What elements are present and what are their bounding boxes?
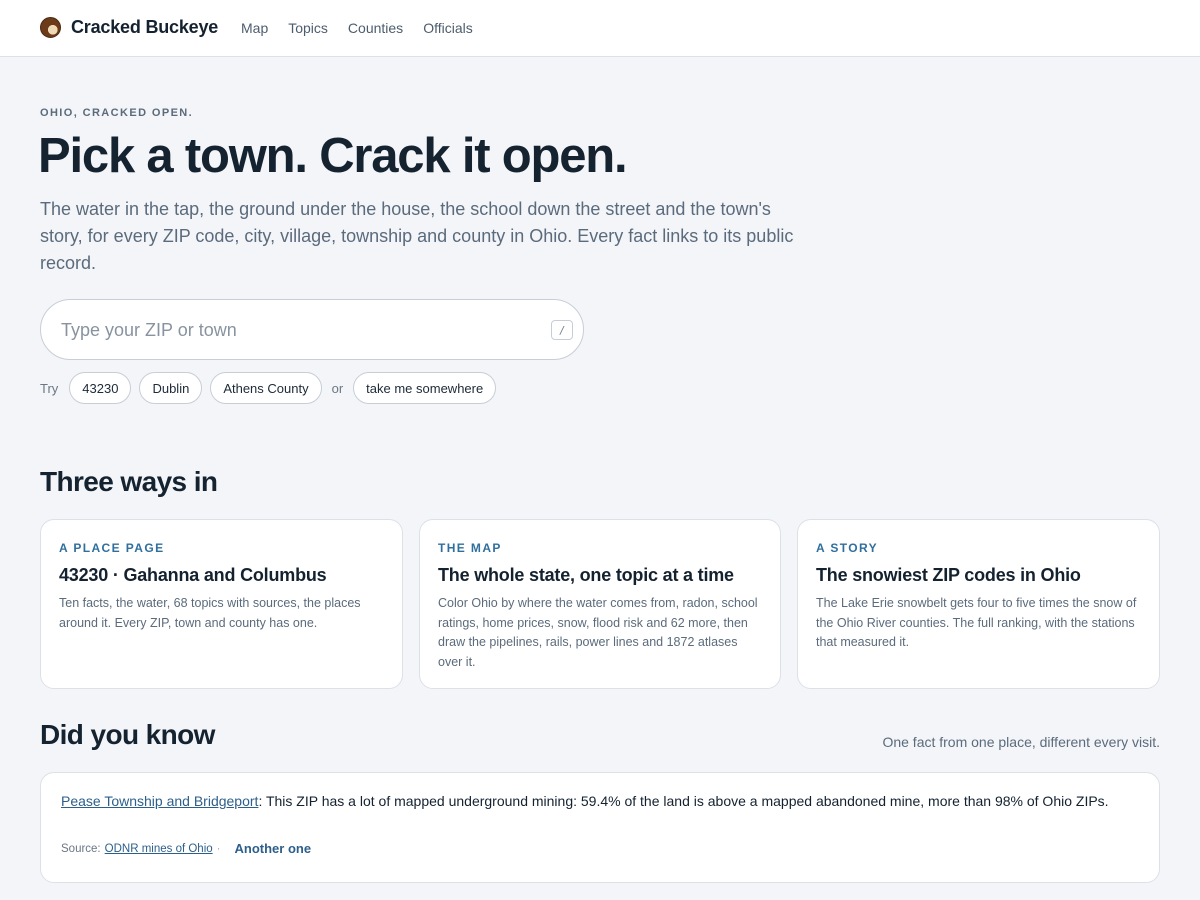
map-card[interactable]: THE MAP The whole state, one topic at a … xyxy=(419,519,781,689)
card-kicker: A PLACE PAGE xyxy=(59,541,165,555)
buckeye-logo-icon xyxy=(40,17,61,38)
did-you-know-subtitle: One fact from one place, different every… xyxy=(882,734,1160,750)
random-place-chip[interactable]: take me somewhere xyxy=(353,372,497,404)
fact-card: Pease Township and Bridgeport: This ZIP … xyxy=(40,772,1160,883)
source-link[interactable]: ODNR mines of Ohio xyxy=(105,843,213,855)
card-kicker: THE MAP xyxy=(438,541,502,555)
main-nav: Map Topics Counties Officials xyxy=(241,20,493,36)
try-label: Try xyxy=(40,380,59,396)
nav-topics[interactable]: Topics xyxy=(288,20,328,36)
hero-eyebrow: OHIO, CRACKED OPEN. xyxy=(40,107,194,119)
brand-name: Cracked Buckeye xyxy=(71,17,219,37)
fact-source: Source: ODNR mines of Ohio · Another one xyxy=(61,841,311,856)
fact-text: Pease Township and Bridgeport: This ZIP … xyxy=(61,793,1109,809)
suggestion-chip-43230[interactable]: 43230 xyxy=(69,372,132,404)
card-title: The snowiest ZIP codes in Ohio xyxy=(816,565,1081,585)
card-title: 43230 · Gahanna and Columbus xyxy=(59,565,327,585)
did-you-know-heading: Did you know xyxy=(40,719,215,750)
fact-place-link[interactable]: Pease Township and Bridgeport xyxy=(61,793,258,809)
keyboard-shortcut-hint: / xyxy=(551,320,573,340)
card-body: Ten facts, the water, 68 topics with sou… xyxy=(59,596,361,630)
card-title: The whole state, one topic at a time xyxy=(438,565,734,585)
card-kicker: A STORY xyxy=(816,541,879,555)
hero-title: Pick a town. Crack it open. xyxy=(38,129,628,183)
place-page-card[interactable]: A PLACE PAGE 43230 · Gahanna and Columbu… xyxy=(40,519,403,689)
nav-counties[interactable]: Counties xyxy=(348,20,403,36)
search-box: / xyxy=(40,299,584,360)
hero-lede: The water in the tap, the ground under t… xyxy=(40,199,794,273)
try-suggestions: Try 43230 Dublin Athens County or take m… xyxy=(40,372,504,404)
search-input[interactable] xyxy=(61,315,531,345)
suggestion-chip-athens-county[interactable]: Athens County xyxy=(210,372,322,404)
suggestion-chip-dublin[interactable]: Dublin xyxy=(139,372,203,404)
another-fact-button[interactable]: Another one xyxy=(235,841,312,856)
top-navigation-bar: Cracked Buckeye Map Topics Counties Offi… xyxy=(0,0,1200,57)
story-card[interactable]: A STORY The snowiest ZIP codes in Ohio T… xyxy=(797,519,1160,689)
three-ways-heading: Three ways in xyxy=(40,466,218,497)
or-label: or xyxy=(331,380,344,396)
card-body: The Lake Erie snowbelt gets four to five… xyxy=(816,596,1137,649)
separator-dot: · xyxy=(216,842,221,855)
brand-home-link[interactable]: Cracked Buckeye xyxy=(40,17,218,38)
source-label: Source: xyxy=(61,842,101,855)
nav-officials[interactable]: Officials xyxy=(423,20,473,36)
card-body: Color Ohio by where the water comes from… xyxy=(438,596,758,669)
nav-map[interactable]: Map xyxy=(241,20,268,36)
fact-body: : This ZIP has a lot of mapped undergrou… xyxy=(258,793,1109,809)
